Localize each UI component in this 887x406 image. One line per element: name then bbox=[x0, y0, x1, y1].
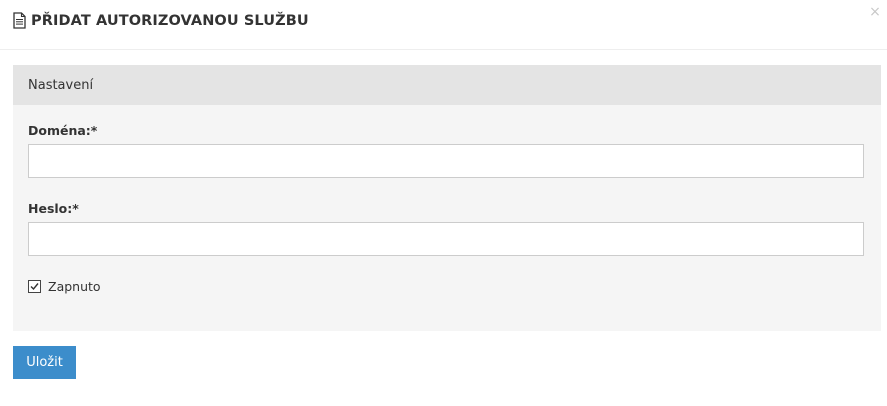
domain-label: Doména:* bbox=[28, 123, 98, 138]
settings-panel: Nastavení Doména:* Heslo:* Zapnuto bbox=[13, 65, 881, 331]
close-icon[interactable]: × bbox=[869, 5, 881, 19]
enabled-checkbox[interactable] bbox=[28, 280, 41, 293]
document-icon bbox=[12, 12, 27, 29]
modal-title: PŘIDAT AUTORIZOVANOU SLUŽBU bbox=[31, 12, 309, 29]
domain-input[interactable] bbox=[28, 144, 864, 178]
password-label: Heslo:* bbox=[28, 201, 79, 216]
modal-title-wrap: PŘIDAT AUTORIZOVANOU SLUŽBU bbox=[12, 12, 309, 29]
save-button[interactable]: Uložit bbox=[13, 346, 76, 379]
modal-header: PŘIDAT AUTORIZOVANOU SLUŽBU × bbox=[0, 0, 887, 50]
enabled-checkbox-row[interactable]: Zapnuto bbox=[28, 279, 101, 294]
password-input[interactable] bbox=[28, 222, 864, 256]
panel-heading: Nastavení bbox=[13, 65, 881, 105]
add-authorized-service-modal: PŘIDAT AUTORIZOVANOU SLUŽBU × Nastavení … bbox=[0, 0, 887, 406]
checkmark-icon bbox=[30, 283, 39, 291]
enabled-checkbox-label: Zapnuto bbox=[48, 279, 101, 294]
